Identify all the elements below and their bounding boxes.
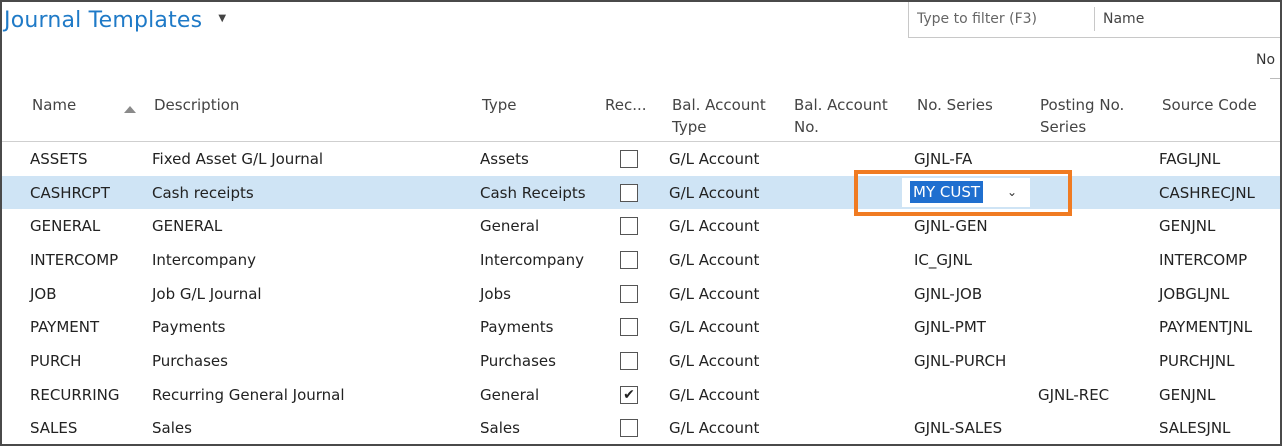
cell-type[interactable]: General: [480, 209, 539, 243]
recurring-checkbox[interactable]: [620, 419, 638, 438]
cell-type[interactable]: Payments: [480, 310, 553, 344]
column-header-no-series[interactable]: No. Series: [917, 94, 993, 116]
table-row[interactable]: PURCH Purchases Purchases G/L Account GJ…: [2, 344, 1280, 378]
cell-no-series[interactable]: GJNL-JOB: [914, 277, 982, 311]
recurring-checkbox[interactable]: [620, 351, 638, 370]
cell-type[interactable]: Intercompany: [480, 243, 584, 277]
cell-no-series[interactable]: GJNL-GEN: [914, 209, 988, 243]
cell-type[interactable]: Cash Receipts: [480, 176, 586, 210]
column-header-source-code[interactable]: Source Code: [1162, 94, 1257, 116]
cell-name[interactable]: PURCH: [30, 344, 81, 378]
cell-bal-account-type[interactable]: G/L Account: [669, 243, 759, 277]
recurring-checkbox[interactable]: [620, 284, 638, 303]
recurring-checkbox[interactable]: [620, 217, 638, 236]
cell-name[interactable]: JOB: [30, 277, 57, 311]
cell-source-code[interactable]: GENJNL: [1159, 378, 1215, 412]
cell-source-code[interactable]: SALESJNL: [1159, 412, 1230, 445]
cell-bal-account-type[interactable]: G/L Account: [669, 209, 759, 243]
column-header-description[interactable]: Description: [154, 94, 239, 116]
cell-type[interactable]: General: [480, 378, 539, 412]
filter-bar: Name: [908, 2, 1280, 38]
no-series-input[interactable]: MY CUST: [910, 181, 984, 204]
divider: [1270, 78, 1280, 79]
cell-name[interactable]: INTERCOMP: [30, 243, 118, 277]
cell-description[interactable]: Recurring General Journal: [152, 378, 345, 412]
page-title-area: Journal Templates ▼: [4, 8, 226, 33]
journal-templates-grid: Name Description Type Rec... Bal. Accoun…: [2, 88, 1280, 445]
table-row[interactable]: PAYMENT Payments Payments G/L Account GJ…: [2, 310, 1280, 344]
column-header-bal-account-type[interactable]: Bal. Account Type: [672, 94, 766, 138]
cell-source-code[interactable]: INTERCOMP: [1159, 243, 1247, 277]
cell-bal-account-type[interactable]: G/L Account: [669, 412, 759, 445]
cell-no-series[interactable]: GJNL-PMT: [914, 310, 986, 344]
cell-no-series[interactable]: GJNL-FA: [914, 142, 972, 176]
table-row[interactable]: RECURRING Recurring General Journal Gene…: [2, 378, 1280, 412]
no-label: No: [1256, 52, 1276, 68]
cell-posting-no-series[interactable]: GJNL-REC: [1038, 378, 1109, 412]
check-icon: ✔: [623, 386, 635, 403]
recurring-checkbox-checked[interactable]: ✔: [620, 385, 638, 404]
chevron-down-icon[interactable]: ▼: [218, 13, 226, 24]
cell-description[interactable]: Fixed Asset G/L Journal: [152, 142, 323, 176]
cell-description[interactable]: Job G/L Journal: [152, 277, 262, 311]
cell-name[interactable]: SALES: [30, 412, 77, 445]
grid-header: Name Description Type Rec... Bal. Accoun…: [2, 88, 1280, 142]
cell-name[interactable]: CASHRCPT: [30, 176, 110, 210]
column-header-name[interactable]: Name: [32, 94, 76, 116]
cell-source-code[interactable]: PAYMENTJNL: [1159, 310, 1252, 344]
cell-description[interactable]: Intercompany: [152, 243, 256, 277]
table-row[interactable]: ASSETS Fixed Asset G/L Journal Assets G/…: [2, 142, 1280, 176]
cell-bal-account-type[interactable]: G/L Account: [669, 378, 759, 412]
cell-no-series[interactable]: GJNL-PURCH: [914, 344, 1006, 378]
cell-description[interactable]: Payments: [152, 310, 225, 344]
recurring-checkbox[interactable]: [620, 250, 638, 269]
table-row[interactable]: SALES Sales Sales G/L Account GJNL-SALES…: [2, 412, 1280, 445]
filter-input[interactable]: [917, 6, 1095, 31]
no-series-editor[interactable]: MY CUST ⌄: [902, 177, 1030, 207]
cell-type[interactable]: Sales: [480, 412, 520, 445]
recurring-checkbox[interactable]: [620, 183, 638, 202]
table-row[interactable]: INTERCOMP Intercompany Intercompany G/L …: [2, 243, 1280, 277]
page-title: Journal Templates: [4, 8, 203, 33]
cell-bal-account-type[interactable]: G/L Account: [669, 176, 759, 210]
cell-name[interactable]: GENERAL: [30, 209, 100, 243]
column-header-recurring[interactable]: Rec...: [605, 94, 647, 116]
cell-no-series[interactable]: IC_GJNL: [914, 243, 972, 277]
cell-source-code[interactable]: CASHRECJNL: [1159, 176, 1255, 210]
cell-description[interactable]: Purchases: [152, 344, 228, 378]
cell-bal-account-type[interactable]: G/L Account: [669, 277, 759, 311]
cell-bal-account-type[interactable]: G/L Account: [669, 142, 759, 176]
cell-name[interactable]: PAYMENT: [30, 310, 99, 344]
filter-field-selector[interactable]: Name: [1103, 11, 1144, 27]
table-row[interactable]: JOB Job G/L Journal Jobs G/L Account GJN…: [2, 277, 1280, 311]
cell-no-series[interactable]: GJNL-SALES: [914, 412, 1002, 445]
cell-type[interactable]: Jobs: [480, 277, 511, 311]
recurring-checkbox[interactable]: [620, 318, 638, 337]
table-row-selected[interactable]: CASHRCPT Cash receipts Cash Receipts G/L…: [2, 175, 1280, 210]
cell-description[interactable]: Sales: [152, 412, 192, 445]
column-header-posting-no-series[interactable]: Posting No. Series: [1040, 94, 1124, 138]
cell-source-code[interactable]: PURCHJNL: [1159, 344, 1234, 378]
column-header-bal-account-no[interactable]: Bal. Account No.: [794, 94, 888, 138]
journal-templates-window: Journal Templates ▼ Name No Name Descrip…: [0, 0, 1282, 446]
recurring-checkbox[interactable]: [620, 149, 638, 168]
cell-description[interactable]: GENERAL: [152, 209, 222, 243]
table-row[interactable]: GENERAL GENERAL General G/L Account GJNL…: [2, 209, 1280, 243]
cell-bal-account-type[interactable]: G/L Account: [669, 310, 759, 344]
chevron-down-icon[interactable]: ⌄: [1007, 185, 1017, 199]
cell-type[interactable]: Purchases: [480, 344, 556, 378]
cell-source-code[interactable]: GENJNL: [1159, 209, 1215, 243]
column-header-type[interactable]: Type: [482, 94, 516, 116]
cell-name[interactable]: ASSETS: [30, 142, 87, 176]
cell-description[interactable]: Cash receipts: [152, 176, 254, 210]
sort-ascending-icon[interactable]: [124, 106, 136, 113]
cell-source-code[interactable]: JOBGLJNL: [1159, 277, 1229, 311]
cell-name[interactable]: RECURRING: [30, 378, 119, 412]
cell-bal-account-type[interactable]: G/L Account: [669, 344, 759, 378]
cell-source-code[interactable]: FAGLJNL: [1159, 142, 1220, 176]
cell-type[interactable]: Assets: [480, 142, 529, 176]
